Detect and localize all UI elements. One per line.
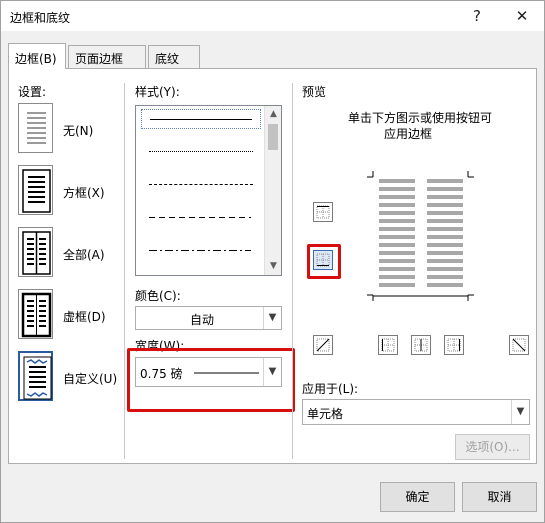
setting-none-label[interactable]: 无(N) [63,122,93,139]
style-option-dash-dot[interactable] [141,241,261,261]
cancel-button[interactable]: 取消 [462,482,537,512]
scroll-up-icon[interactable]: ▲ [265,106,281,123]
setting-grid-icon[interactable] [18,289,53,339]
scroll-thumb[interactable] [268,124,278,150]
border-right-icon[interactable] [444,335,464,355]
setting-grid-label[interactable]: 虚框(D) [63,308,106,325]
setting-none-icon[interactable] [18,103,53,153]
apply-to-heading: 应用于(L): [302,382,359,396]
color-value: 自动 [190,313,215,327]
chevron-down-icon[interactable]: ▼ [511,400,529,424]
setting-box-icon[interactable] [18,165,53,215]
settings-heading: 设置: [18,85,47,99]
apply-to-dropdown[interactable]: 单元格 ▼ [302,399,530,425]
bottom-border-highlight-box [307,244,341,279]
chevron-down-icon[interactable]: ▼ [263,307,281,329]
borders-and-shading-dialog: 边框和底纹 ? ✕ 边框(B) 页面边框(P) 底纹(S) 设置: 无(N) [0,0,545,523]
style-heading: 样式(Y): [135,85,180,99]
preview-instruction-line2: 应用边框 [384,127,433,141]
tab-shading[interactable]: 底纹(S) [148,45,200,81]
style-list[interactable]: ▲ ▼ [135,105,282,276]
setting-custom-label[interactable]: 自定义(U) [63,370,117,387]
setting-box-label[interactable]: 方框(X) [63,184,105,201]
preview-diagram[interactable] [361,169,481,309]
tab-borders[interactable]: 边框(B) [8,43,66,69]
color-dropdown[interactable]: 自动 ▼ [135,306,282,330]
border-diagonal-up-icon[interactable] [313,335,333,355]
scroll-down-icon[interactable]: ▼ [265,258,281,275]
border-inside-vertical-icon[interactable] [411,335,431,355]
setting-all-label[interactable]: 全部(A) [63,246,105,263]
style-option-fine-dashed[interactable] [141,175,261,195]
style-option-dotted[interactable] [141,142,261,162]
style-option-dashed[interactable] [141,208,261,228]
options-button[interactable]: 选项(O)... [455,434,530,460]
close-button[interactable]: ✕ [507,5,537,27]
color-heading: 颜色(C): [135,289,181,303]
title-bar: 边框和底纹 ? ✕ [1,1,544,31]
column-divider [124,83,125,459]
dialog-title: 边框和底纹 [10,11,71,25]
column-divider [292,83,293,459]
tab-page-border[interactable]: 页面边框(P) [68,45,146,81]
style-option-solid[interactable] [141,109,261,129]
setting-custom-icon[interactable] [18,351,53,401]
borders-panel: 设置: 无(N) 方框(X) 全部(A) 虚框(D) 自定义(U) 样式(Y):… [8,68,537,464]
style-list-scrollbar[interactable]: ▲ ▼ [264,106,281,275]
preview-heading: 预览 [302,85,327,99]
preview-instruction-line1: 单击下方图示或使用按钮可 [348,111,493,125]
border-top-icon[interactable] [313,202,333,222]
border-left-icon[interactable] [378,335,398,355]
width-highlight-box [127,348,295,412]
ok-button[interactable]: 确定 [380,482,455,512]
border-diagonal-down-icon[interactable] [509,335,529,355]
help-button[interactable]: ? [462,5,492,27]
apply-to-value: 单元格 [307,407,344,421]
setting-all-icon[interactable] [18,227,53,277]
